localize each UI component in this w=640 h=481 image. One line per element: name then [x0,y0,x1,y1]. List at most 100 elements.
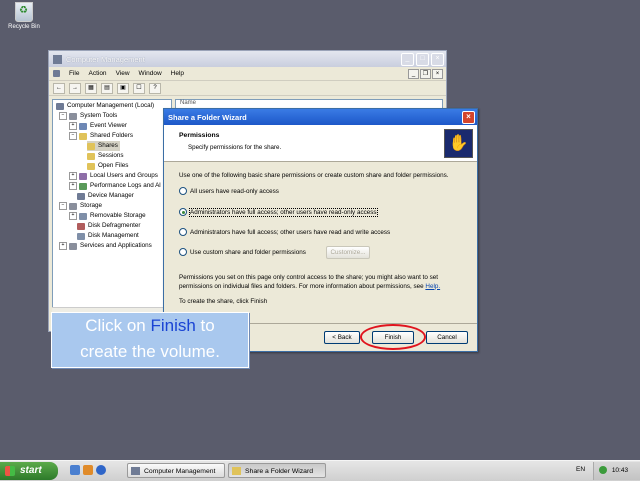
tree-item-performance-logs[interactable]: + Performance Logs and Al [69,181,161,191]
option-admin-full-readonly[interactable]: Administrators have full access; other u… [179,207,378,217]
properties-icon[interactable]: ☐ [133,82,145,94]
computer-management-icon [131,467,140,475]
cm-toolbar: ← → ▦ ▤ ▣ ☐ ? [49,81,446,96]
language-indicator[interactable]: EN [576,466,585,473]
close-button[interactable]: × [431,52,444,66]
tree-item-shares[interactable]: Shares [87,141,120,151]
share-hand-icon: ✋ [444,129,473,158]
tree-item-removable-storage[interactable]: + Removable Storage [69,211,146,221]
collapse-icon[interactable]: − [59,202,67,210]
disk-management-icon [77,232,85,240]
tree-item-shared-folders[interactable]: − Shared Folders [69,131,133,141]
up-level-icon[interactable]: ▦ [85,82,97,94]
windows-logo-icon [5,466,15,476]
removable-storage-icon [79,212,87,220]
device-manager-icon [77,192,85,200]
menu-help[interactable]: Help [171,70,184,77]
open-files-icon [87,162,95,170]
back-button[interactable]: < Back [324,331,360,344]
wizard-titlebar[interactable]: Share a Folder Wizard × [164,109,477,125]
menu-file[interactable]: File [69,70,79,77]
quicklaunch-explorer-icon[interactable] [70,465,80,475]
tools-icon [69,112,77,120]
finish-note: To create the share, click Finish [179,298,268,305]
finish-highlight-circle [360,324,426,350]
radio-admin-full-readwrite[interactable] [179,228,187,236]
users-icon [79,172,87,180]
option-admin-full-readwrite[interactable]: Administrators have full access; other u… [179,228,390,236]
callout-line-1: Click on Finish to [85,316,215,335]
wizard-close-button[interactable]: × [462,110,475,124]
tutorial-callout: Click on Finish to create the volume. [51,312,249,368]
radio-admin-full-readonly[interactable] [179,208,187,216]
help-link[interactable]: Help. [425,283,440,290]
quicklaunch-ie-icon[interactable] [96,465,106,475]
callout-line-2: create the volume. [80,342,220,361]
tree-item-computer-management[interactable]: Computer Management (Local) [56,101,154,111]
permissions-info: Permissions you set on this page only co… [179,274,459,291]
tray-network-icon[interactable] [599,466,607,475]
recycle-bin-icon[interactable]: Recycle Bin [6,2,42,30]
tree-item-disk-defragmenter[interactable]: Disk Defragmenter [77,221,141,231]
mmc-icon [53,70,60,77]
cm-titlebar[interactable]: Computer Management _ □ × [49,51,446,67]
help-icon[interactable]: ? [149,82,161,94]
tree-item-services-applications[interactable]: + Services and Applications [59,241,152,251]
cm-title: Computer Management [66,54,145,64]
system-tray: 10:43 [593,462,640,480]
storage-icon [69,202,77,210]
collapse-icon[interactable]: − [59,112,67,120]
mdi-restore-button[interactable]: ❐ [420,68,431,79]
clock[interactable]: 10:43 [612,467,628,474]
expand-icon[interactable]: + [69,172,77,180]
start-button[interactable]: start [0,462,58,480]
radio-all-readonly[interactable] [179,187,187,195]
tree-item-disk-management[interactable]: Disk Management [77,231,139,241]
tree-item-event-viewer[interactable]: + Event Viewer [69,121,127,131]
tree-item-open-files[interactable]: Open Files [87,161,128,171]
expand-icon[interactable]: + [69,212,77,220]
taskbar-share-folder-wizard[interactable]: Share a Folder Wizard [228,463,326,478]
services-icon [69,242,77,250]
tree-item-local-users-groups[interactable]: + Local Users and Groups [69,171,158,181]
wizard-heading: Permissions [179,132,220,139]
option-custom-permissions[interactable]: Use custom share and folder permissions [179,248,306,256]
sessions-icon [87,152,95,160]
expand-icon[interactable]: + [69,122,77,130]
back-arrow-icon[interactable]: ← [53,82,65,94]
maximize-button[interactable]: □ [416,52,429,66]
taskbar-computer-management[interactable]: Computer Management [127,463,225,478]
wizard-title: Share a Folder Wizard [168,112,247,122]
menu-action[interactable]: Action [88,70,106,77]
option-all-readonly[interactable]: All users have read-only access [179,187,279,195]
permissions-info-text: Permissions you set on this page only co… [179,274,439,290]
forward-arrow-icon[interactable]: → [69,82,81,94]
mdi-minimize-button[interactable]: _ [408,68,419,79]
recycle-bin-label: Recycle Bin [8,24,40,30]
export-list-icon[interactable]: ▣ [117,82,129,94]
cancel-button[interactable]: Cancel [426,331,468,344]
quicklaunch-media-icon[interactable] [83,465,93,475]
event-viewer-icon [79,122,87,130]
wizard-header: Permissions Specify permissions for the … [164,125,477,162]
share-folder-icon [232,467,241,475]
recycle-bin-graphic [15,2,33,22]
console-tree: Computer Management (Local) − System Tool… [52,99,172,315]
computer-icon [56,102,64,110]
tree-item-device-manager[interactable]: Device Manager [77,191,134,201]
tree-item-sessions[interactable]: Sessions [87,151,124,161]
cm-menubar: File Action View Window Help _ ❐ × [49,67,446,81]
tree-item-storage[interactable]: − Storage [59,201,102,211]
show-hide-tree-icon[interactable]: ▤ [101,82,113,94]
collapse-icon[interactable]: − [69,132,77,140]
menu-view[interactable]: View [116,70,130,77]
shared-folder-icon [79,132,87,140]
mdi-close-button[interactable]: × [432,68,443,79]
radio-custom-permissions[interactable] [179,248,187,256]
expand-icon[interactable]: + [69,182,77,190]
tree-item-system-tools[interactable]: − System Tools [59,111,117,121]
minimize-button[interactable]: _ [401,52,414,66]
expand-icon[interactable]: + [59,242,67,250]
menu-window[interactable]: Window [139,70,162,77]
customize-button[interactable]: Customize... [326,246,370,259]
